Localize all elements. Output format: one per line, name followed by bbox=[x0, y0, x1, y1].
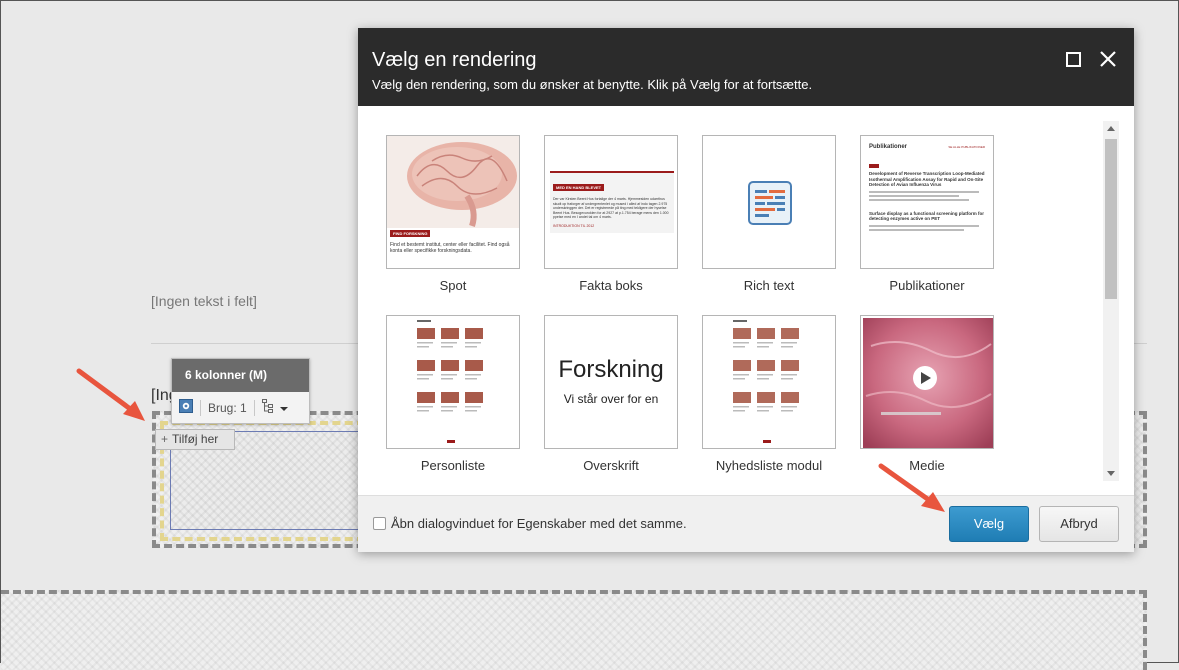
person-list-thumbnail bbox=[386, 315, 520, 449]
spot-thumbnail: FIND FORSKNING Find et bestemt institut,… bbox=[386, 135, 520, 269]
rendering-label: Spot bbox=[439, 278, 467, 293]
person-list-preview bbox=[417, 320, 483, 443]
cancel-button[interactable]: Afbryd bbox=[1039, 506, 1119, 542]
fact-link: INTRODUKTION TIL 2012 bbox=[553, 223, 595, 228]
dialog-header: Vælg en rendering Vælg den rendering, so… bbox=[358, 28, 1134, 106]
rendering-label: Personliste bbox=[420, 458, 486, 473]
scroll-down-icon[interactable] bbox=[1107, 471, 1115, 476]
pub-heading: Publikationer bbox=[869, 144, 908, 150]
scrollbar-thumb[interactable] bbox=[1105, 139, 1117, 299]
maximize-icon[interactable] bbox=[1064, 50, 1082, 68]
toolbar-separator bbox=[253, 399, 255, 416]
open-properties-checkbox[interactable] bbox=[373, 517, 386, 530]
media-thumbnail bbox=[860, 315, 994, 449]
plus-icon: + bbox=[161, 432, 169, 446]
usage-count: Brug: 1 bbox=[208, 400, 247, 415]
tree-icon[interactable] bbox=[261, 399, 274, 416]
chevron-down-icon[interactable] bbox=[279, 401, 288, 415]
add-here-label: Tilføj her bbox=[172, 432, 219, 446]
open-properties-option[interactable]: Åbn dialogvinduet for Egenskaber med det… bbox=[373, 516, 687, 531]
rendering-tile-news-list[interactable]: Nyhedsliste modul bbox=[702, 315, 836, 473]
pub-meta bbox=[869, 224, 979, 227]
rendering-label: Publikationer bbox=[889, 278, 965, 293]
rendering-tile-heading[interactable]: Forskning Vi står over for en Overskrift bbox=[544, 315, 678, 473]
spot-text: Find et bestemt institut, center eller f… bbox=[390, 242, 510, 254]
pub-meta bbox=[869, 194, 959, 197]
pub-meta bbox=[869, 198, 969, 201]
chrome-title: 6 kolonner (M) bbox=[172, 359, 309, 392]
rendering-grid: FIND FORSKNING Find et bestemt institut,… bbox=[386, 135, 1006, 495]
rendering-label: Overskrift bbox=[583, 458, 639, 473]
select-button[interactable]: Vælg bbox=[949, 506, 1029, 542]
rendering-label: Fakta boks bbox=[579, 278, 643, 293]
pub-see-all: SE ALLE PUBLIKATIONER bbox=[948, 145, 985, 149]
rich-text-thumbnail bbox=[702, 135, 836, 269]
spot-tag: FIND FORSKNING bbox=[390, 230, 431, 237]
pub-tag bbox=[869, 164, 879, 168]
rendering-tile-spot[interactable]: FIND FORSKNING Find et bestemt institut,… bbox=[386, 135, 520, 293]
settings-icon[interactable] bbox=[179, 399, 193, 416]
dialog-footer: Åbn dialogvinduet for Egenskaber med det… bbox=[358, 495, 1134, 552]
annotation-arrow-icon bbox=[76, 368, 145, 421]
news-list-preview bbox=[733, 320, 799, 443]
open-properties-label: Åbn dialogvinduet for Egenskaber med det… bbox=[391, 516, 687, 531]
select-rendering-dialog: Vælg en rendering Vælg den rendering, so… bbox=[358, 28, 1134, 552]
news-list-thumbnail bbox=[702, 315, 836, 449]
rendering-tile-fact-box[interactable]: MED EN HAND BLEVET Der var Kirsten Beent… bbox=[544, 135, 678, 293]
fact-tag: MED EN HAND BLEVET bbox=[553, 184, 605, 191]
fact-box-preview: MED EN HAND BLEVET Der var Kirsten Beent… bbox=[550, 171, 674, 233]
pub-meta bbox=[869, 228, 964, 231]
empty-field-placeholder: [Ingen tekst i felt] bbox=[151, 293, 257, 309]
chrome-toolbar: Brug: 1 bbox=[172, 392, 309, 423]
rendering-label: Rich text bbox=[743, 278, 795, 293]
rendering-tile-person-list[interactable]: Personliste bbox=[386, 315, 520, 473]
dialog-body: FIND FORSKNING Find et bestemt institut,… bbox=[358, 106, 1134, 496]
rendering-tile-rich-text[interactable]: Rich text bbox=[702, 135, 836, 293]
scroll-up-icon[interactable] bbox=[1107, 126, 1115, 131]
close-icon[interactable] bbox=[1099, 50, 1117, 68]
heading-preview-title: Forskning bbox=[558, 356, 664, 383]
dialog-title: Vælg en rendering bbox=[372, 49, 537, 71]
dialog-subtitle: Vælg den rendering, som du ønsker at ben… bbox=[372, 77, 813, 92]
pub-item-2: Surface display as a functional screenin… bbox=[869, 210, 985, 222]
rendering-label: Nyhedsliste modul bbox=[715, 458, 823, 473]
fact-text: Der var Kirsten Beent Hus fortalige der … bbox=[553, 197, 669, 219]
annotation-arrow-icon bbox=[878, 463, 945, 512]
pub-item-1: Development of Reverse Transcription Loo… bbox=[869, 171, 985, 187]
pub-meta bbox=[869, 190, 979, 193]
rich-text-icon bbox=[748, 181, 792, 225]
placeholder-container-bottom[interactable] bbox=[1, 590, 1147, 670]
toolbar-separator bbox=[200, 399, 201, 416]
fact-box-thumbnail: MED EN HAND BLEVET Der var Kirsten Beent… bbox=[544, 135, 678, 269]
add-here-button[interactable]: + Tilføj her bbox=[155, 429, 235, 450]
rendering-tile-media[interactable]: Medie bbox=[860, 315, 994, 473]
media-preview bbox=[863, 318, 993, 448]
rendering-chrome: 6 kolonner (M) Brug: 1 bbox=[171, 358, 310, 424]
heading-preview-subtitle: Vi står over for en bbox=[563, 392, 659, 406]
heading-thumbnail: Forskning Vi står over for en bbox=[544, 315, 678, 449]
publications-thumbnail: Publikationer SE ALLE PUBLIKATIONER Deve… bbox=[860, 135, 994, 269]
dialog-scrollbar[interactable] bbox=[1103, 121, 1119, 481]
rendering-tile-publications[interactable]: Publikationer SE ALLE PUBLIKATIONER Deve… bbox=[860, 135, 994, 293]
